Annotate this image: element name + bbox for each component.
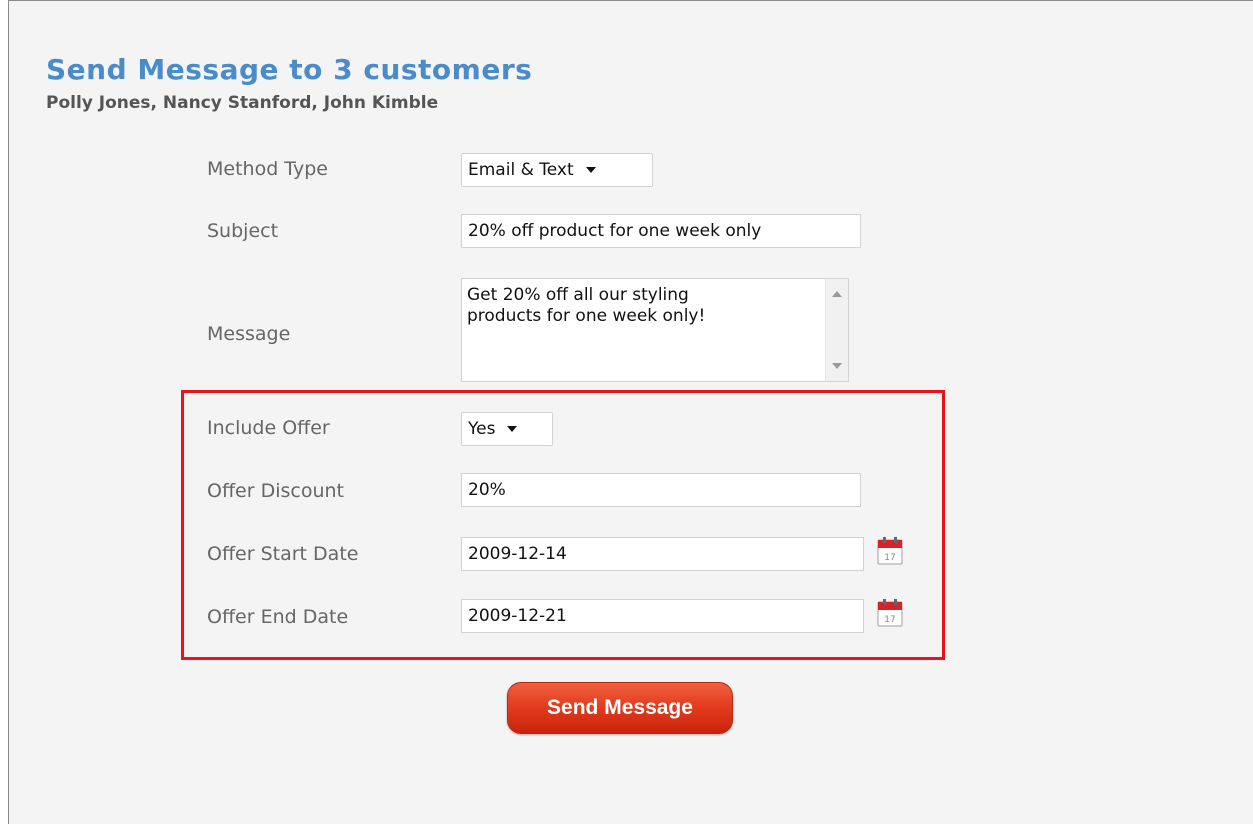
offer-end-date-label: Offer End Date: [207, 606, 349, 628]
method-type-select[interactable]: Email & Text: [461, 153, 653, 187]
subject-value: 20% off product for one week only: [468, 221, 762, 241]
offer-start-date-value: 2009-12-14: [468, 544, 567, 564]
chevron-down-icon: [585, 167, 596, 173]
calendar-icon[interactable]: 17: [877, 537, 903, 565]
include-offer-value: Yes: [468, 419, 496, 439]
offer-start-date-input[interactable]: 2009-12-14: [461, 537, 864, 571]
offer-end-date-input[interactable]: 2009-12-21: [461, 599, 864, 633]
calendar-icon[interactable]: 17: [877, 599, 903, 627]
calendar-icon-text: 17: [884, 553, 895, 563]
offer-discount-input[interactable]: 20%: [461, 473, 861, 507]
method-type-label: Method Type: [207, 158, 328, 180]
message-panel: Send Message to 3 customers Polly Jones,…: [8, 0, 1253, 824]
message-value: Get 20% off all our styling products for…: [467, 285, 706, 326]
send-message-button[interactable]: Send Message: [507, 682, 733, 734]
scroll-up-icon[interactable]: [832, 291, 842, 297]
message-scrollbar[interactable]: [825, 279, 848, 381]
subject-input[interactable]: 20% off product for one week only: [461, 214, 861, 248]
recipients-list: Polly Jones, Nancy Stanford, John Kimble: [46, 93, 439, 113]
calendar-icon-text: 17: [884, 615, 895, 625]
message-label: Message: [207, 323, 291, 345]
offer-end-date-value: 2009-12-21: [468, 606, 567, 626]
offer-discount-value: 20%: [468, 480, 506, 500]
offer-discount-label: Offer Discount: [207, 480, 344, 502]
method-type-value: Email & Text: [468, 160, 574, 180]
offer-start-date-label: Offer Start Date: [207, 543, 359, 565]
chevron-down-icon: [507, 426, 518, 432]
subject-label: Subject: [207, 220, 279, 242]
message-textarea[interactable]: Get 20% off all our styling products for…: [461, 278, 849, 382]
scroll-down-icon[interactable]: [832, 363, 842, 369]
include-offer-label: Include Offer: [207, 417, 330, 439]
page-title: Send Message to 3 customers: [46, 53, 533, 86]
include-offer-select[interactable]: Yes: [461, 412, 553, 446]
